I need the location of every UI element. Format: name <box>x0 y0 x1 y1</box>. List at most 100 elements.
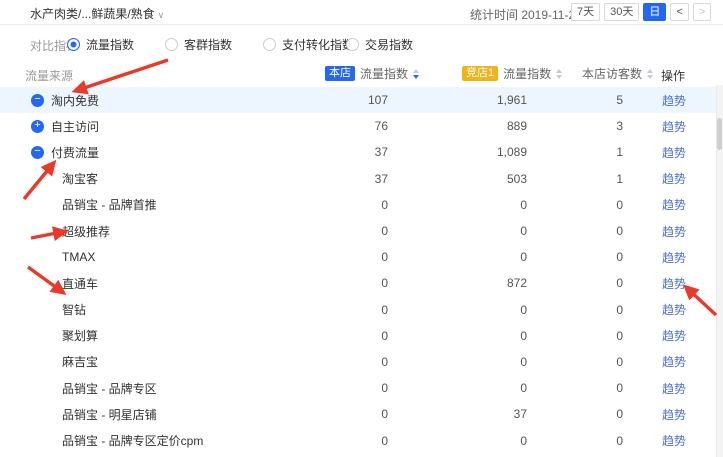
chevron-down-icon: ∨ <box>158 10 165 20</box>
traffic-source-cell: 品销宝 - 品牌专区 <box>0 380 320 397</box>
shop-visitors-value: 0 <box>527 250 623 264</box>
radio-option-2[interactable]: 客群指数 <box>165 36 232 53</box>
rival-index-value: 1,961 <box>388 93 527 107</box>
trend-link[interactable]: 趋势 <box>662 198 686 212</box>
range-button-日[interactable]: 日 <box>643 3 666 21</box>
shop-index-value: 0 <box>320 198 388 212</box>
traffic-source-cell: 品销宝 - 明星店铺 <box>0 406 320 423</box>
traffic-source-cell: 超级推荐 <box>0 223 320 240</box>
scrollbar-thumb[interactable] <box>717 118 722 150</box>
action-cell: 趋势 <box>623 327 686 344</box>
trend-link[interactable]: 趋势 <box>662 382 686 396</box>
sort-icon[interactable] <box>413 69 419 79</box>
traffic-source-label: 麻吉宝 <box>62 353 98 370</box>
range-button-30天[interactable]: 30天 <box>604 3 639 21</box>
action-cell: 趋势 <box>623 406 686 423</box>
trend-link[interactable]: 趋势 <box>662 146 686 160</box>
radio-circle-icon <box>67 38 80 51</box>
radio-option-3[interactable]: 支付转化指数 <box>263 36 354 53</box>
rival-index-label: 流量指数 <box>503 65 551 82</box>
shop-index-value: 37 <box>320 145 388 159</box>
rival-index-value: 889 <box>388 119 527 133</box>
table-row: 智钻 0 0 0 趋势 <box>0 297 716 323</box>
shop-visitors-value: 0 <box>527 355 623 369</box>
shop-visitors-value: 0 <box>527 434 623 448</box>
expand-toggle-icon[interactable]: + <box>31 120 44 133</box>
shop-visitors-value: 5 <box>527 93 623 107</box>
traffic-source-cell: TMAX <box>0 250 320 264</box>
rival-index-value: 872 <box>388 276 527 290</box>
traffic-source-cell: 智钻 <box>0 301 320 318</box>
action-cell: 趋势 <box>623 301 686 318</box>
radio-label: 支付转化指数 <box>282 36 354 53</box>
next-page-button[interactable]: > <box>693 3 711 21</box>
traffic-source-label: 品销宝 - 明星店铺 <box>62 406 157 423</box>
table-row: − 淘内免费 107 1,961 5 趋势 <box>0 87 716 113</box>
traffic-source-header: 流量来源 <box>25 67 73 84</box>
trend-link[interactable]: 趋势 <box>662 303 686 317</box>
trend-link[interactable]: 趋势 <box>662 277 686 291</box>
shop-index-value: 0 <box>320 329 388 343</box>
traffic-source-label: 品销宝 - 品牌专区 <box>62 380 157 397</box>
radio-label: 交易指数 <box>365 36 413 53</box>
sort-icon[interactable] <box>647 69 653 79</box>
shop-index-value: 0 <box>320 276 388 290</box>
shop-visitors-value: 0 <box>527 303 623 317</box>
prev-page-button[interactable]: < <box>670 3 688 21</box>
rival-index-value: 0 <box>388 381 527 395</box>
stat-time-label: 统计时间 2019-11-21 <box>470 6 582 23</box>
trend-link[interactable]: 趋势 <box>662 355 686 369</box>
shop-index-value: 0 <box>320 355 388 369</box>
category-selector[interactable]: 水产肉类/...鲜蔬果/熟食∨ <box>30 5 164 22</box>
rival-index-value: 0 <box>388 303 527 317</box>
trend-link[interactable]: 趋势 <box>662 120 686 134</box>
shop-visitors-value: 3 <box>527 119 623 133</box>
action-cell: 趋势 <box>623 170 686 187</box>
table-row: 超级推荐 0 0 0 趋势 <box>0 218 716 244</box>
shop-visitors-value: 0 <box>527 224 623 238</box>
trend-link[interactable]: 趋势 <box>662 329 686 343</box>
traffic-source-label: 品销宝 - 品牌专区定价cpm <box>62 432 203 449</box>
radio-option-1[interactable]: 流量指数 <box>67 36 134 53</box>
rival-index-value: 0 <box>388 224 527 238</box>
table-row: TMAX 0 0 0 趋势 <box>0 244 716 270</box>
expand-toggle-icon[interactable]: − <box>31 94 44 107</box>
shop-index-value: 37 <box>320 172 388 186</box>
action-cell: 趋势 <box>623 432 686 449</box>
traffic-source-cell: 聚划算 <box>0 327 320 344</box>
traffic-source-cell: 淘宝客 <box>0 170 320 187</box>
scrollbar-track[interactable] <box>716 85 723 457</box>
radio-option-4[interactable]: 交易指数 <box>346 36 413 53</box>
shop-index-value: 0 <box>320 303 388 317</box>
rival-index-header: 竞店1 流量指数 <box>462 65 562 82</box>
shop-index-value: 0 <box>320 434 388 448</box>
metric-filter-bar: 对比指标 流量指数客群指数支付转化指数交易指数 <box>0 33 723 55</box>
expand-toggle-icon[interactable]: − <box>31 146 44 159</box>
sort-icon[interactable] <box>556 69 562 79</box>
date-range-group: 7天30天日< > <box>571 3 711 21</box>
traffic-source-label: 淘宝客 <box>62 170 98 187</box>
radio-circle-icon <box>346 38 359 51</box>
trend-link[interactable]: 趋势 <box>662 225 686 239</box>
trend-link[interactable]: 趋势 <box>662 251 686 265</box>
traffic-source-label: 品销宝 - 品牌首推 <box>62 196 157 213</box>
shop-index-value: 76 <box>320 119 388 133</box>
table-body: − 淘内免费 107 1,961 5 趋势 + 自主访问 76 889 3 趋势… <box>0 87 716 454</box>
shop-badge: 本店 <box>325 66 355 81</box>
traffic-source-cell: 品销宝 - 品牌首推 <box>0 196 320 213</box>
traffic-source-cell: − 淘内免费 <box>0 92 320 109</box>
category-label: 水产肉类/...鲜蔬果/熟食 <box>30 7 155 21</box>
shop-visitors-label: 本店访客数 <box>582 65 642 82</box>
action-cell: 趋势 <box>623 196 686 213</box>
trend-link[interactable]: 趋势 <box>662 408 686 422</box>
traffic-source-cell: 直通车 <box>0 275 320 292</box>
range-button-7天[interactable]: 7天 <box>571 3 600 21</box>
action-cell: 趋势 <box>623 249 686 266</box>
rival-index-value: 1,089 <box>388 145 527 159</box>
trend-link[interactable]: 趋势 <box>662 172 686 186</box>
rival-index-value: 503 <box>388 172 527 186</box>
shop-visitors-value: 1 <box>527 145 623 159</box>
trend-link[interactable]: 趋势 <box>662 94 686 108</box>
trend-link[interactable]: 趋势 <box>662 434 686 448</box>
table-row: 淘宝客 37 503 1 趋势 <box>0 166 716 192</box>
